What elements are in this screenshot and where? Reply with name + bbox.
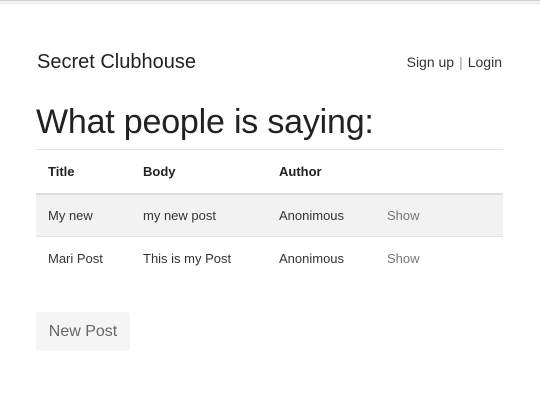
new-post-button[interactable]: New Post xyxy=(36,312,130,351)
column-header-title: Title xyxy=(36,149,131,195)
top-divider xyxy=(0,0,540,4)
table-row: My new my new post Anonimous Show xyxy=(36,193,503,237)
user-nav: Sign up | Login xyxy=(407,54,502,70)
cell-action: Show xyxy=(375,193,503,237)
table-row: Mari Post This is my Post Anonimous Show xyxy=(36,237,503,280)
cell-author: Anonimous xyxy=(279,250,345,266)
show-link[interactable]: Show xyxy=(387,251,420,266)
posts-table: Title Body Author My new my new post Ano… xyxy=(36,149,503,280)
nav-separator: | xyxy=(459,54,463,70)
column-header-actions xyxy=(375,149,503,195)
cell-author: Anonimous xyxy=(267,193,375,237)
cell-body: my new post xyxy=(131,193,267,237)
column-header-author: Author xyxy=(267,149,375,195)
signup-link[interactable]: Sign up xyxy=(407,54,454,70)
cell-body: This is my Post xyxy=(143,250,232,266)
brand-title[interactable]: Secret Clubhouse xyxy=(37,51,196,74)
cell-title: My new xyxy=(36,193,131,237)
column-header-body: Body xyxy=(131,149,267,195)
login-link[interactable]: Login xyxy=(468,54,502,70)
cell-title: Mari Post xyxy=(48,250,103,266)
table-header-row: Title Body Author xyxy=(36,149,503,195)
show-link[interactable]: Show xyxy=(387,208,420,223)
cell-action: Show xyxy=(375,237,503,280)
page-title: What people is saying: xyxy=(36,103,374,141)
